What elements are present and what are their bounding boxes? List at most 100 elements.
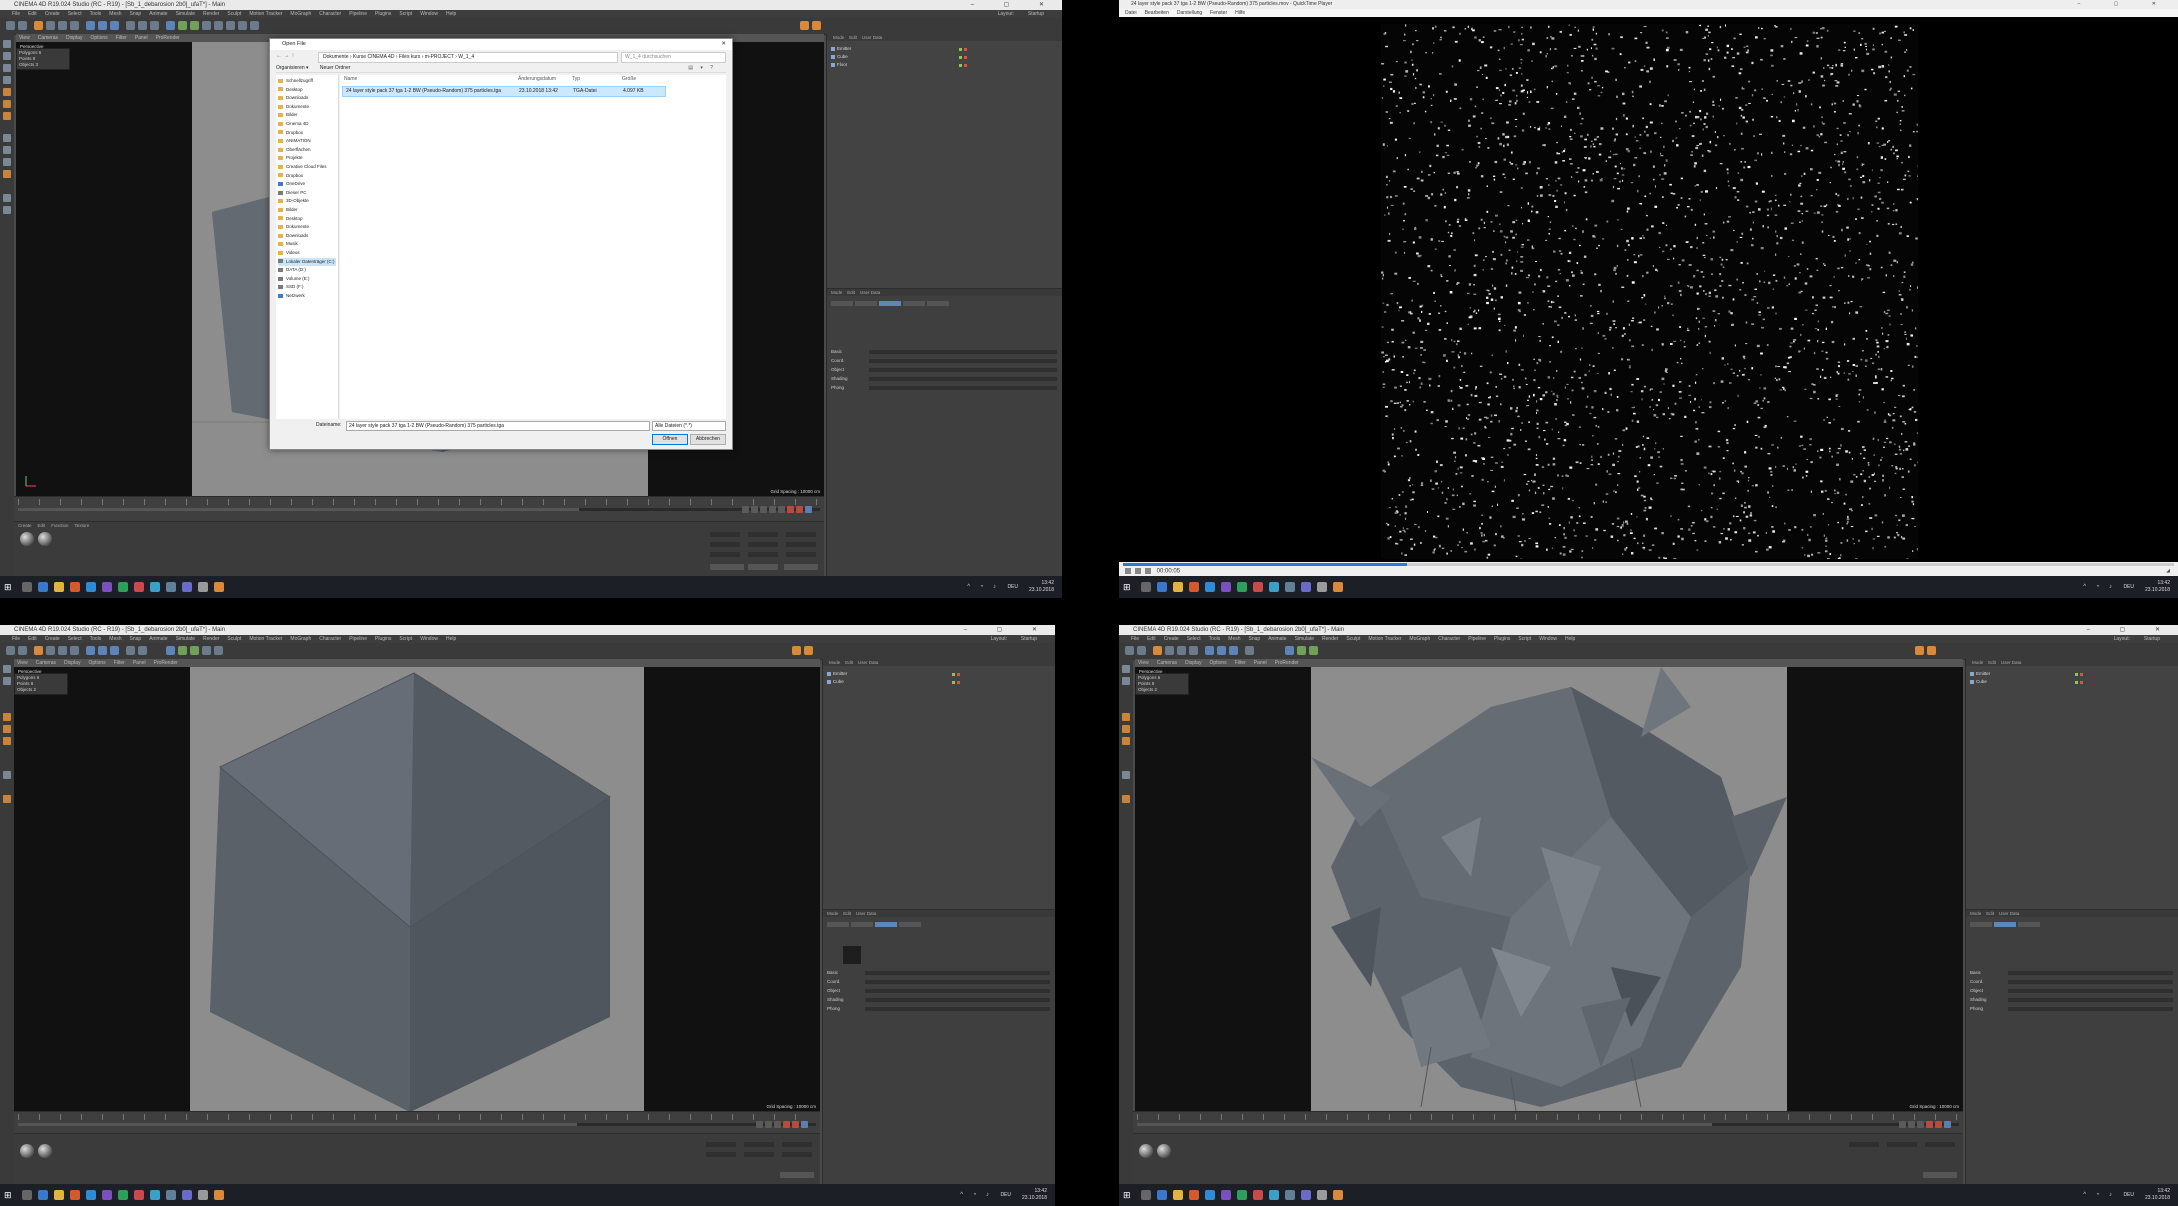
menu-item[interactable]: Snap — [130, 11, 142, 17]
visibility-toggles[interactable] — [959, 47, 969, 53]
menu-item[interactable]: Help — [446, 636, 456, 642]
rot-p[interactable] — [782, 1152, 812, 1157]
material-menu-item[interactable]: Create — [18, 523, 32, 528]
menu-item[interactable]: Pipeline — [1468, 636, 1486, 642]
organize-button[interactable]: Organisieren ▾ — [276, 65, 309, 71]
timeline-ruler[interactable] — [18, 499, 820, 505]
size-y[interactable] — [748, 542, 778, 547]
rot-p[interactable] — [786, 542, 816, 547]
attr-menu-item[interactable]: Mode — [831, 290, 842, 295]
attribute-row[interactable]: Phong — [831, 385, 1057, 391]
viewport-menu-item[interactable]: Panel — [135, 35, 148, 41]
nav-item[interactable]: Bilder — [278, 206, 336, 214]
attribute-row[interactable]: Coord. — [1970, 979, 2173, 985]
render-settings-icon[interactable] — [150, 21, 159, 30]
object-menu-item[interactable]: Mode — [833, 35, 844, 40]
menu-item[interactable]: Pipeline — [349, 636, 367, 642]
object-menu-item[interactable]: User Data — [858, 660, 878, 665]
cube-icon[interactable] — [166, 646, 175, 655]
menu-item[interactable]: Plugins — [375, 636, 391, 642]
material-preview-2[interactable] — [1157, 1144, 1171, 1158]
windows-start-icon[interactable]: ⊞ — [4, 582, 14, 592]
new-folder-button[interactable]: Neuer Ordner — [320, 65, 351, 71]
menu-item[interactable]: File — [12, 636, 20, 642]
object-row[interactable]: Emitter — [827, 671, 1052, 677]
layout-icon[interactable] — [800, 21, 809, 30]
viewport-menu-item[interactable]: Filter — [114, 660, 125, 666]
attr-menu-item[interactable]: User Data — [856, 911, 876, 916]
layout-menu-icon[interactable] — [804, 646, 813, 655]
language-indicator[interactable]: DEU — [1007, 584, 1018, 591]
viewport-menu-item[interactable]: Panel — [133, 660, 146, 666]
breadcrumb[interactable]: Dokumente › Kurse CINEMA 4D › Files kurs… — [318, 52, 618, 63]
render-view-icon[interactable] — [126, 646, 135, 655]
attribute-row[interactable]: Coord. — [831, 358, 1057, 364]
record-icon[interactable] — [783, 1121, 790, 1128]
scene-icon[interactable] — [226, 21, 235, 30]
material-preview-1[interactable] — [20, 532, 34, 546]
photoshop-icon[interactable] — [134, 582, 144, 592]
autokey-icon[interactable] — [1935, 1121, 1942, 1128]
menu-item[interactable]: Motion Tracker — [249, 11, 282, 17]
tab-phong[interactable] — [927, 301, 949, 306]
model-mode-icon[interactable] — [3, 677, 11, 685]
attribute-row[interactable]: Shading — [827, 997, 1050, 1003]
system-tray-icons[interactable]: ^ ◔ ♪ — [967, 584, 1000, 590]
viewport-menu-item[interactable]: View — [1138, 660, 1149, 666]
nav-item[interactable]: Dokumente — [278, 223, 336, 231]
menu-item[interactable]: Motion Tracker — [249, 636, 282, 642]
viewport-menu-item[interactable]: Options — [90, 35, 107, 41]
breadcrumb-segment[interactable]: Files kurs — [399, 54, 420, 60]
browser-icon[interactable] — [1189, 582, 1199, 592]
cinema4d-icon[interactable] — [102, 1190, 112, 1200]
polygons-mode-icon[interactable] — [3, 112, 11, 120]
file-row-selected[interactable]: 24 layer style pack 37 tga 1-2 BW (Pseud… — [342, 86, 666, 97]
menu-item[interactable]: Tools — [90, 11, 102, 17]
menu-item[interactable]: Sculpt — [1346, 636, 1360, 642]
timeline-ruler[interactable] — [18, 1114, 816, 1120]
breadcrumb-segment[interactable]: W_1_4 — [458, 54, 474, 60]
coord-y[interactable] — [710, 542, 740, 547]
menu-item[interactable]: Character — [1438, 636, 1460, 642]
nav-item[interactable]: Desktop — [278, 86, 336, 94]
window-controls[interactable]: – ▢ ✕ — [2087, 625, 2174, 635]
viewport-menu-item[interactable]: Display — [1185, 660, 1201, 666]
scale-icon[interactable] — [58, 21, 67, 30]
spline-icon[interactable] — [178, 21, 187, 30]
settings-icon[interactable] — [166, 582, 176, 592]
material-menu-item[interactable]: Edit — [38, 523, 46, 528]
attr-menu-item[interactable]: Mode — [1970, 911, 1981, 916]
tweak-icon[interactable] — [3, 771, 11, 779]
menu-item[interactable]: Sculpt — [227, 636, 241, 642]
chat-icon[interactable] — [1301, 582, 1311, 592]
viewport-menu-item[interactable]: View — [17, 660, 28, 666]
workplane-icon[interactable] — [3, 76, 11, 84]
tab-shading[interactable] — [899, 922, 921, 927]
nav-item[interactable]: Creative Cloud Files — [278, 163, 336, 171]
axis-z-icon[interactable] — [1229, 646, 1238, 655]
column-name[interactable]: Name — [344, 75, 357, 83]
tab-coord[interactable] — [851, 922, 873, 927]
menu-item[interactable]: Mesh — [109, 11, 121, 17]
language-indicator[interactable]: DEU — [2123, 584, 2134, 591]
size-x[interactable] — [1887, 1142, 1917, 1147]
timeline-slider[interactable] — [18, 508, 820, 511]
filename-input[interactable]: 24 layer style pack 37 tga 1-2 BW (Pseud… — [346, 421, 650, 431]
axis-x-icon[interactable] — [1205, 646, 1214, 655]
photoshop-icon[interactable] — [1253, 582, 1263, 592]
timeline[interactable] — [14, 1111, 820, 1134]
window-controls[interactable]: – ▢ ✕ — [2078, 0, 2172, 9]
menu-item[interactable]: Character — [319, 11, 341, 17]
layout-icon[interactable] — [792, 646, 801, 655]
menu-item[interactable]: Simulate — [176, 11, 195, 17]
axis-x-icon[interactable] — [86, 21, 95, 30]
menu-item[interactable]: Create — [45, 636, 60, 642]
search-input[interactable]: W_1_4 durchsuchen — [621, 52, 726, 63]
attr-menu-item[interactable]: Edit — [843, 911, 851, 916]
attribute-row[interactable]: Phong — [1970, 1006, 2173, 1012]
visibility-toggles[interactable] — [952, 672, 962, 678]
menu-item[interactable]: Tools — [90, 636, 102, 642]
explorer-icon[interactable] — [1173, 1190, 1183, 1200]
clock[interactable]: 13:42 23.10.2018 — [1022, 1188, 1047, 1202]
tab-shading[interactable] — [903, 301, 925, 306]
